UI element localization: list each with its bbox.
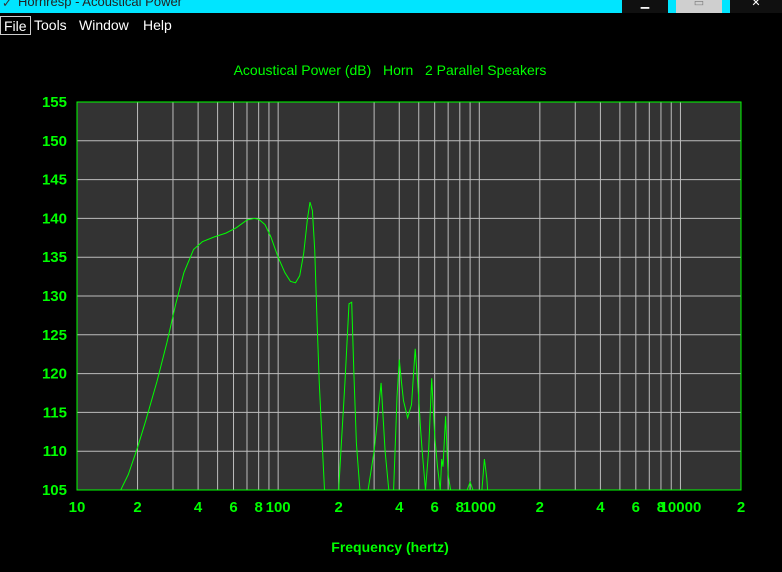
x-tick-label: 4 — [194, 499, 203, 516]
close-button[interactable]: ✕ — [730, 0, 782, 13]
x-axis: 10 2 4 6 8 100 2 4 6 81000 2 4 6 810000 2 — [69, 499, 746, 516]
window-title: Hornresp - Acoustical Power — [18, 0, 183, 9]
y-tick-label: 120 — [42, 366, 67, 383]
x-tick-label: 6 — [632, 499, 640, 516]
x-tick-label: 2 — [133, 499, 141, 516]
y-axis: 155 150 145 140 135 130 125 120 115 110 105 — [42, 94, 67, 499]
menu-tools[interactable]: Tools — [31, 16, 70, 35]
x-tick-label: 8 — [254, 499, 262, 516]
x-tick-label: 10000 — [660, 499, 702, 516]
acoustical-power-chart: Acoustical Power (dB) Horn 2 Parallel Sp… — [42, 62, 746, 555]
x-tick-label: 4 — [395, 499, 404, 516]
y-tick-label: 125 — [42, 327, 67, 344]
x-tick-label: 2 — [335, 499, 343, 516]
y-tick-label: 145 — [42, 172, 67, 189]
menu-help[interactable]: Help — [140, 16, 175, 35]
x-tick-label: 6 — [229, 499, 237, 516]
x-tick-label: 6 — [431, 499, 439, 516]
minimize-button[interactable]: ▁ — [622, 0, 668, 13]
y-tick-label: 135 — [42, 249, 67, 266]
y-tick-label: 105 — [42, 482, 67, 499]
x-tick-label: 10 — [69, 499, 86, 516]
y-tick-label: 155 — [42, 94, 67, 111]
x-tick-label: 2 — [737, 499, 745, 516]
maximize-button[interactable]: ▭ — [676, 0, 722, 13]
y-tick-label: 110 — [43, 443, 67, 460]
y-tick-label: 115 — [43, 404, 67, 421]
y-tick-label: 150 — [42, 133, 67, 150]
chart-title: Acoustical Power (dB) Horn 2 Parallel Sp… — [234, 62, 547, 78]
x-tick-label: 1000 — [463, 499, 496, 516]
x-tick-label: 4 — [596, 499, 605, 516]
title-bar: ✓ Hornresp - Acoustical Power ▁ ▭ ✕ — [0, 0, 782, 13]
x-tick-label: 100 — [266, 499, 291, 516]
y-tick-label: 130 — [42, 288, 67, 305]
app-icon: ✓ — [2, 0, 13, 10]
x-tick-label: 2 — [536, 499, 544, 516]
y-tick-label: 140 — [42, 210, 67, 227]
x-axis-label: Frequency (hertz) — [331, 539, 448, 555]
menu-file[interactable]: File — [0, 16, 31, 35]
menu-window[interactable]: Window — [76, 16, 132, 35]
menu-bar: File Tools Window Help — [0, 14, 782, 36]
